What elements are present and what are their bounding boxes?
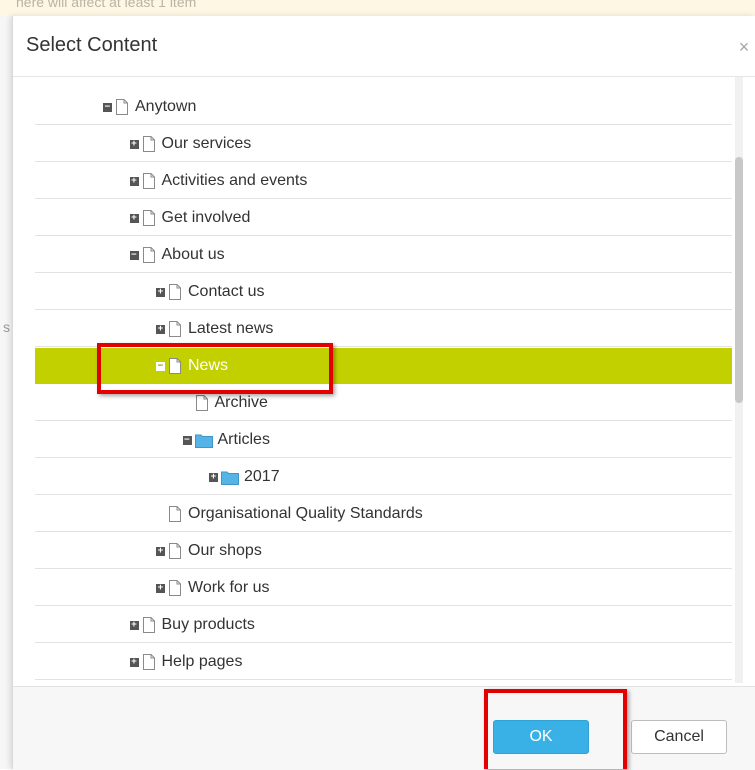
- background-page-edge: s: [0, 16, 12, 769]
- tree-row-label: Help pages: [161, 653, 243, 670]
- tree-row[interactable]: +2017: [35, 459, 732, 495]
- tree-row-label: Our services: [161, 135, 252, 152]
- tree-row[interactable]: + Buy products: [35, 607, 732, 643]
- page-icon: [168, 580, 182, 596]
- page-icon: [168, 321, 182, 337]
- close-icon[interactable]: ×: [732, 36, 755, 58]
- tree-row-content: + Activities and events: [129, 163, 308, 199]
- tree-row[interactable]: + Our shops: [35, 533, 732, 569]
- background-notice-text: nere will affect at least 1 item: [16, 0, 197, 10]
- expand-icon[interactable]: +: [156, 287, 165, 297]
- tree-row-label: About us: [161, 246, 225, 263]
- tree-row-label: Activities and events: [161, 172, 308, 189]
- expand-icon[interactable]: +: [209, 472, 218, 482]
- collapse-icon[interactable]: −: [182, 435, 192, 445]
- tree-row-content: − About us: [129, 237, 225, 273]
- page-icon: [195, 395, 209, 411]
- expand-icon[interactable]: +: [129, 213, 139, 223]
- page-icon: [142, 247, 156, 263]
- toggle-spacer: [183, 399, 192, 408]
- page-icon: [142, 617, 156, 633]
- tree-row-content: + Help pages: [129, 644, 243, 680]
- tree-row[interactable]: + Help pages: [35, 644, 732, 680]
- cancel-button[interactable]: Cancel: [631, 720, 727, 754]
- background-text-fragment: s: [3, 319, 10, 335]
- tree-row-label: Our shops: [188, 542, 262, 559]
- tree-row-label: Latest news: [188, 320, 274, 337]
- tree-row-label: Anytown: [135, 98, 197, 115]
- tree-row[interactable]: + Contact us: [35, 274, 732, 310]
- expand-icon[interactable]: +: [156, 324, 165, 334]
- tree-row-label: Contact us: [188, 283, 265, 300]
- folder-icon: [194, 433, 213, 448]
- tree-row-label: Archive: [214, 394, 268, 411]
- highlight-box-ok: [484, 689, 627, 769]
- expand-icon[interactable]: +: [129, 657, 139, 667]
- tree-row-label: Organisational Quality Standards: [188, 505, 423, 522]
- tree-row[interactable]: + Get involved: [35, 200, 732, 236]
- tree-row-content: +2017: [209, 459, 280, 495]
- expand-icon[interactable]: +: [156, 546, 165, 556]
- tree-row[interactable]: − About us: [35, 237, 732, 273]
- tree-row-content: − Anytown: [103, 89, 196, 125]
- tree-row-content: + Get involved: [129, 200, 251, 236]
- dialog-footer: OK Cancel: [13, 686, 755, 770]
- tree-row-content: + Latest news: [156, 311, 273, 347]
- page-icon: [142, 136, 156, 152]
- toggle-spacer: [156, 510, 165, 519]
- page-icon: [142, 173, 156, 189]
- expand-icon[interactable]: +: [129, 139, 139, 149]
- tree-row-content: Organisational Quality Standards: [156, 496, 423, 532]
- expand-icon[interactable]: +: [129, 620, 139, 630]
- tree-row-content: − Articles: [182, 422, 270, 458]
- tree-row[interactable]: + Work for us: [35, 570, 732, 606]
- tree-row[interactable]: + Our services: [35, 126, 732, 162]
- tree-row[interactable]: + Latest news: [35, 311, 732, 347]
- tree-row[interactable]: − Articles: [35, 422, 732, 458]
- tree-row[interactable]: + Activities and events: [35, 163, 732, 199]
- expand-icon[interactable]: +: [156, 583, 165, 593]
- collapse-icon[interactable]: −: [129, 250, 139, 260]
- page-icon: [142, 210, 156, 226]
- folder-icon: [221, 470, 239, 485]
- tree-row-content: + Work for us: [156, 570, 270, 606]
- tree-row-content: + Buy products: [129, 607, 255, 643]
- expand-icon[interactable]: +: [129, 176, 139, 186]
- tree-row-label: Buy products: [161, 616, 255, 633]
- tree-row[interactable]: − Anytown: [35, 89, 732, 125]
- background-notice: nere will affect at least 1 item: [0, 0, 755, 17]
- page-icon: [168, 543, 182, 559]
- tree-row-label: Articles: [217, 431, 270, 448]
- collapse-icon[interactable]: −: [103, 102, 112, 112]
- tree-row-label: Work for us: [188, 579, 270, 596]
- tree-row[interactable]: Organisational Quality Standards: [35, 496, 732, 532]
- page-icon: [115, 99, 129, 115]
- page-icon: [168, 506, 182, 522]
- scrollbar-thumb[interactable]: [735, 157, 743, 403]
- highlight-box-news: [97, 343, 333, 394]
- dialog-title: Select Content: [26, 34, 158, 56]
- tree-row-content: + Our shops: [156, 533, 262, 569]
- page-icon: [168, 284, 182, 300]
- dialog-header: Select Content ×: [13, 16, 755, 77]
- tree-row-content: + Contact us: [156, 274, 264, 310]
- tree-row-label: 2017: [244, 468, 280, 485]
- tree-row-label: Get involved: [161, 209, 251, 226]
- tree-row-content: + Our services: [129, 126, 252, 162]
- page-icon: [142, 654, 156, 670]
